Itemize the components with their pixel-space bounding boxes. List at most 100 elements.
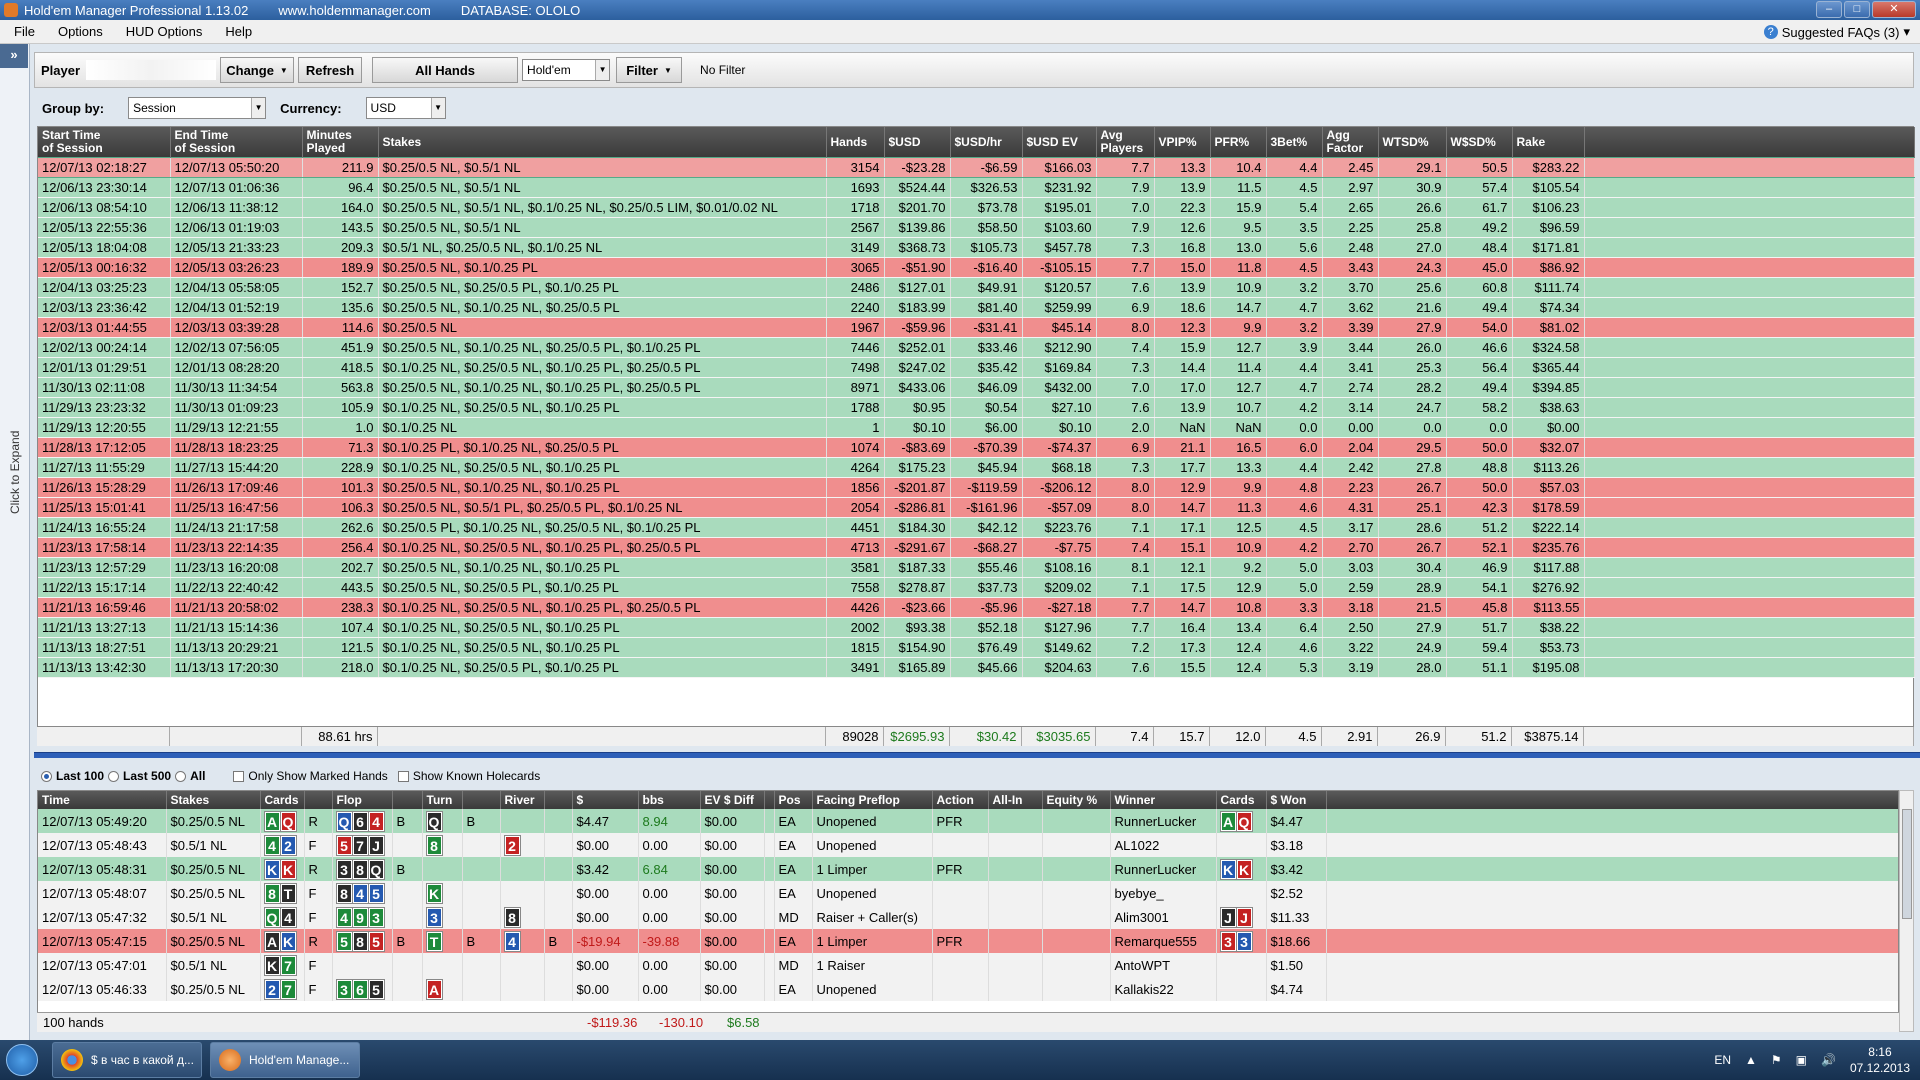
session-row[interactable]: 11/23/13 17:58:14 11/23/13 22:14:35 256.4 $… (38, 537, 1915, 558)
session-row[interactable]: 11/22/13 15:17:14 11/22/13 22:40:42 443.5 $… (38, 577, 1915, 598)
session-row[interactable]: 11/29/13 12:20:55 11/29/13 12:21:55 1.0 $0.… (38, 417, 1915, 438)
minimize-button[interactable]: – (1816, 1, 1842, 18)
col-header[interactable]: Hands (826, 127, 885, 158)
col-header[interactable]: WTSD% (1378, 127, 1447, 158)
session-row[interactable]: 11/21/13 13:27:13 11/21/13 15:14:36 107.4 $… (38, 617, 1915, 638)
col-header[interactable]: Avg Players (1096, 127, 1155, 158)
hand-col-header[interactable]: Turn (422, 791, 463, 809)
hand-col-header[interactable]: Winner (1110, 791, 1217, 809)
hand-row[interactable]: 12/07/13 05:48:43 $0.5/1 NL 4 2 F 5 7 J 8 2 $0.00 0… (38, 833, 1898, 857)
scroll-thumb[interactable] (1902, 809, 1912, 919)
hand-col-header[interactable]: All-In (988, 791, 1043, 809)
hand-col-header[interactable]: $ Won (1266, 791, 1327, 809)
start-button[interactable] (0, 1040, 44, 1080)
all-hands-button[interactable]: All Hands (372, 57, 519, 83)
flag-icon[interactable]: ⚑ (1771, 1053, 1782, 1067)
session-row[interactable]: 11/26/13 15:28:29 11/26/13 17:09:46 101.3 $… (38, 477, 1915, 498)
hand-col-header[interactable] (764, 791, 775, 809)
session-row[interactable]: 11/23/13 12:57:29 11/23/13 16:20:08 202.7 $… (38, 557, 1915, 578)
menu-options[interactable]: Options (44, 24, 112, 39)
hand-row[interactable]: 12/07/13 05:49:20 $0.25/0.5 NL A Q R Q 6 4 B Q B $4… (38, 809, 1898, 833)
session-row[interactable]: 12/06/13 23:30:14 12/07/13 01:06:36 96.4 $0… (38, 177, 1915, 198)
filter-button[interactable]: Filter ▼ (616, 57, 683, 83)
hand-col-header[interactable] (462, 791, 501, 809)
col-header[interactable]: Start Time of Session (38, 127, 171, 158)
hand-row[interactable]: 12/07/13 05:48:07 $0.25/0.5 NL 8 T F 8 4 5 K $0.0… (38, 881, 1898, 905)
session-row[interactable]: 12/02/13 00:24:14 12/02/13 07:56:05 451.9 $… (38, 337, 1915, 358)
col-header[interactable]: Stakes (378, 127, 827, 158)
only-marked-checkbox[interactable] (233, 770, 245, 782)
player-name-field[interactable] (86, 60, 217, 80)
session-row[interactable]: 11/21/13 16:59:46 11/21/13 20:58:02 238.3 $… (38, 597, 1915, 618)
hand-row[interactable]: 12/07/13 05:47:32 $0.5/1 NL Q 4 F 4 9 3 3 8 $0.00 0… (38, 905, 1898, 929)
session-row[interactable]: 11/25/13 15:01:41 11/25/13 16:47:56 106.3 $… (38, 497, 1915, 518)
currency-select[interactable]: USD ▼ (365, 97, 446, 119)
language-indicator[interactable]: EN (1714, 1053, 1731, 1067)
group-by-select[interactable]: Session ▼ (128, 97, 267, 119)
col-header[interactable]: VPIP% (1154, 127, 1211, 158)
hand-row[interactable]: 12/07/13 05:48:31 $0.25/0.5 NL K K R 3 8 Q B $3.4… (38, 857, 1898, 881)
col-header[interactable]: PFR% (1210, 127, 1267, 158)
hand-row[interactable]: 12/07/13 05:47:15 $0.25/0.5 NL A K R 5 8 5 B T B 4 B… (38, 929, 1898, 953)
change-button[interactable]: Change ▼ (220, 57, 295, 83)
hand-col-header[interactable]: EV $ Diff (700, 791, 765, 809)
col-header[interactable]: Minutes Played (302, 127, 379, 158)
task-holdem-manager[interactable]: Hold'em Manage... (210, 1042, 360, 1078)
col-header[interactable]: $USD (884, 127, 951, 158)
hand-col-header[interactable] (392, 791, 423, 809)
hand-col-header[interactable] (304, 791, 333, 809)
menu-file[interactable]: File (0, 24, 44, 39)
faq-dropdown[interactable]: ? Suggested FAQs (3) ▾ (1763, 24, 1910, 40)
session-row[interactable]: 11/13/13 18:27:51 11/13/13 20:29:21 121.5 $… (38, 637, 1915, 658)
session-row[interactable]: 12/05/13 00:16:32 12/05/13 03:26:23 189.9 $… (38, 257, 1915, 278)
session-row[interactable]: 11/27/13 11:55:29 11/27/13 15:44:20 228.9 $… (38, 457, 1915, 478)
menu-help[interactable]: Help (211, 24, 261, 39)
clock[interactable]: 8:16 07.12.2013 (1850, 1044, 1910, 1076)
session-row[interactable]: 11/30/13 02:11:08 11/30/13 11:34:54 563.8 $… (38, 377, 1915, 398)
refresh-button[interactable]: Refresh (298, 57, 363, 83)
game-select[interactable]: Hold'em ▼ (522, 59, 611, 81)
all-radio[interactable] (175, 770, 187, 782)
hand-col-header[interactable]: Cards (260, 791, 305, 809)
session-row[interactable]: 12/06/13 08:54:10 12/06/13 11:38:12 164.0 $… (38, 197, 1915, 218)
col-header[interactable]: W$SD% (1446, 127, 1513, 158)
tray-arrow-icon[interactable]: ▲ (1745, 1053, 1757, 1067)
show-known-checkbox[interactable] (397, 770, 409, 782)
last-100-radio[interactable] (41, 770, 52, 782)
col-header[interactable]: $USD/hr (950, 127, 1023, 158)
hand-col-header[interactable] (544, 791, 573, 809)
menu-hud-options[interactable]: HUD Options (112, 24, 212, 39)
hand-col-header[interactable]: Equity % (1042, 791, 1111, 809)
maximize-button[interactable]: □ (1844, 1, 1870, 18)
network-icon[interactable]: ▣ (1796, 1053, 1807, 1067)
hand-col-header[interactable]: Stakes (166, 791, 261, 809)
expand-button[interactable]: » (0, 44, 28, 68)
hands-scrollbar[interactable] (1899, 790, 1914, 1032)
hand-col-header[interactable]: River (500, 791, 545, 809)
session-row[interactable]: 12/05/13 22:55:36 12/06/13 01:19:03 143.5 $… (38, 217, 1915, 238)
col-header[interactable]: End Time of Session (170, 127, 303, 158)
hand-col-header[interactable]: Action (932, 791, 989, 809)
task-chrome[interactable]: $ в час в какой д... (52, 1042, 202, 1078)
hand-col-header[interactable]: Facing Preflop (812, 791, 933, 809)
session-row[interactable]: 11/24/13 16:55:24 11/24/13 21:17:58 262.6 $… (38, 517, 1915, 538)
session-row[interactable]: 12/03/13 01:44:55 12/03/13 03:39:28 114.6 $… (38, 317, 1915, 338)
col-header[interactable]: $USD EV (1022, 127, 1097, 158)
session-row[interactable]: 12/01/13 01:29:51 12/01/13 08:28:20 418.5 $… (38, 357, 1915, 378)
hand-col-header[interactable]: Flop (332, 791, 393, 809)
session-row[interactable]: 12/05/13 18:04:08 12/05/13 21:33:23 209.3 $… (38, 237, 1915, 258)
collapsed-sidebar[interactable]: » Click to Expand (0, 44, 30, 1040)
last-500-radio[interactable] (108, 770, 120, 782)
session-row[interactable]: 12/07/13 02:18:27 12/07/13 05:50:20 211.9 $… (38, 157, 1915, 178)
hand-row[interactable]: 12/07/13 05:46:33 $0.25/0.5 NL 2 7 F 3 6 5 A $0.0… (38, 977, 1898, 1001)
hand-row[interactable]: 12/07/13 05:47:01 $0.5/1 NL K 7 F $0.00 0.00 $0… (38, 953, 1898, 977)
hand-col-header[interactable]: Pos (774, 791, 813, 809)
panel-splitter[interactable] (34, 752, 1920, 758)
col-header[interactable]: 3Bet% (1266, 127, 1323, 158)
session-row[interactable]: 11/28/13 17:12:05 11/28/13 18:23:25 71.3 $0… (38, 437, 1915, 458)
hand-col-header[interactable]: $ (572, 791, 639, 809)
close-button[interactable]: ✕ (1872, 1, 1916, 18)
hand-col-header[interactable]: bbs (638, 791, 701, 809)
session-row[interactable]: 11/13/13 13:42:30 11/13/13 17:20:30 218.0 $… (38, 657, 1915, 678)
session-row[interactable]: 12/04/13 03:25:23 12/04/13 05:58:05 152.7 $… (38, 277, 1915, 298)
